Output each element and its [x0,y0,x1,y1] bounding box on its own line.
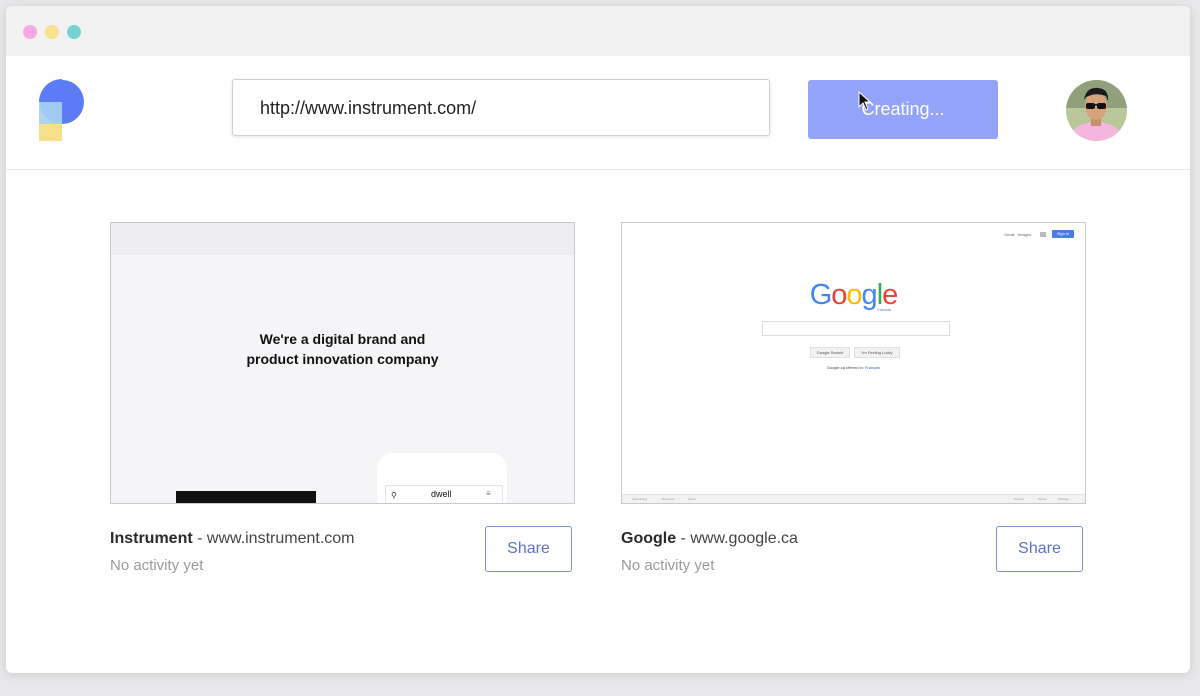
logo-letter: o [846,279,862,311]
card-title[interactable]: Google - www.google.ca [621,530,798,548]
region-label: Canada [877,307,892,312]
gmail-link: Gmail [1004,232,1015,237]
footer-link: Advertising [632,497,647,501]
apps-grid-icon [1040,232,1046,237]
google-search-button: Google Search [810,347,850,358]
p-logo-icon[interactable] [39,79,85,141]
images-link: Images [1018,232,1032,237]
title-separator: - [192,530,207,547]
site-name: Google [621,530,677,547]
preview-headline: We're a digital brand and product innova… [111,329,574,369]
close-window-button[interactable] [23,25,37,39]
url-input[interactable] [258,80,752,137]
site-url: www.instrument.com [206,530,355,547]
url-input-container[interactable] [232,79,770,137]
user-avatar[interactable] [1066,80,1127,141]
toolbar: Creating... [6,56,1190,170]
language-link: Français [864,365,881,370]
avatar-icon [1066,80,1127,141]
maximize-window-button[interactable] [67,25,81,39]
card-title[interactable]: Instrument - www.instrument.com [110,530,354,548]
headline-line-1: We're a digital brand and [259,331,426,347]
offered-in-label: Google.ca offered in: [826,365,864,370]
share-button[interactable]: Share [485,526,572,572]
app-window: Creating... We're a digital brand and [6,6,1190,673]
activity-status: No activity yet [621,557,715,574]
site-url: www.google.ca [690,530,798,547]
phone-brand-text: dwell [431,489,452,499]
title-bar [6,6,1190,56]
preview-header-bar [111,223,574,255]
title-separator: - [676,530,691,547]
google-search-box [762,321,950,336]
headline-line-2: product innovation company [246,351,439,367]
logo-letter: g [861,279,878,311]
logo-letter: o [831,279,847,311]
logo-letter: G [809,279,833,311]
minimize-window-button[interactable] [45,25,59,39]
share-button[interactable]: Share [996,526,1083,572]
create-button[interactable]: Creating... [808,80,998,139]
preview-dark-block [176,491,316,503]
search-icon: ⚲ [391,491,397,500]
sign-in-button: Sign in [1052,230,1074,238]
google-footer: Advertising Business About Privacy Terms… [622,494,1085,503]
footer-link: Settings [1058,497,1069,501]
activity-status: No activity yet [110,557,204,574]
preview-thumbnail[interactable]: Gmail Images Sign in Google Canada Googl… [621,222,1086,504]
footer-link: Business [662,497,675,501]
mouse-cursor-icon [858,91,872,111]
site-name: Instrument [110,530,193,547]
google-logo: Google [622,279,1085,312]
footer-link: Terms [1038,497,1047,501]
offered-in-text: Google.ca offered in: Français [622,365,1085,370]
footer-link: Privacy [1014,497,1024,501]
footer-link: About [688,497,696,501]
preview-thumbnail[interactable]: We're a digital brand and product innova… [110,222,575,504]
feeling-lucky-button: I'm Feeling Lucky [854,347,900,358]
menu-icon: ≡ [486,489,491,498]
